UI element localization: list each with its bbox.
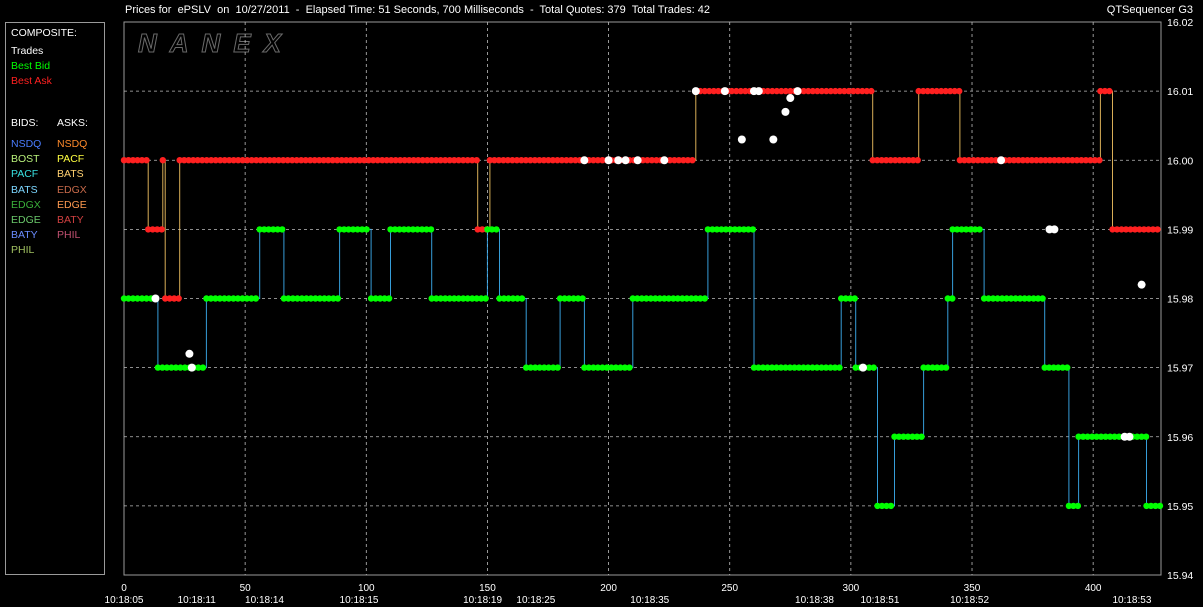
trade-marker [720, 87, 729, 96]
best-bid-marker [493, 226, 500, 233]
best-bid-marker [1039, 295, 1046, 302]
best-ask-marker [1154, 226, 1161, 233]
time-label: 10:18:35 [630, 595, 669, 606]
x-tick-label: 50 [240, 583, 252, 594]
best-bid-marker [1142, 433, 1150, 440]
best-bid-marker [949, 295, 956, 302]
best-bid-marker [1064, 364, 1071, 371]
best-bid-marker [851, 295, 858, 302]
time-label: 10:18:11 [178, 595, 217, 606]
watermark: NANEX [138, 28, 294, 58]
x-tick-label: 250 [721, 583, 738, 594]
best-ask-marker [158, 226, 165, 233]
best-bid-marker [887, 502, 895, 510]
best-ask-marker [175, 295, 182, 302]
trade-marker [858, 363, 867, 372]
best-ask-marker [689, 157, 696, 164]
best-bid-marker [1156, 502, 1164, 510]
time-label: 10:18:05 [105, 595, 144, 606]
trade-marker [621, 156, 630, 165]
best-bid-marker [252, 295, 260, 302]
y-tick-label: 15.99 [1167, 224, 1193, 236]
y-tick-label: 16.00 [1167, 155, 1193, 167]
best-bid-marker [363, 226, 370, 233]
x-tick-label: 200 [600, 583, 617, 594]
best-bid-marker [749, 226, 757, 233]
time-label: 10:18:52 [950, 595, 989, 606]
time-label: 10:18:15 [340, 595, 379, 606]
best-bid-marker [836, 364, 843, 371]
best-bid-marker [942, 364, 950, 371]
x-tick-label: 150 [479, 583, 496, 594]
trade-marker [997, 156, 1006, 165]
trade-marker [660, 156, 669, 165]
x-tick-label: 400 [1085, 583, 1102, 594]
best-bid-marker [199, 364, 207, 371]
y-tick-label: 15.98 [1167, 294, 1193, 306]
best-bid-marker [482, 295, 489, 302]
best-bid-marker [518, 295, 526, 302]
best-bid-marker [385, 295, 393, 302]
best-ask-marker [956, 87, 963, 95]
trade-marker [691, 87, 700, 96]
trade-marker [793, 87, 802, 96]
trade-marker [1050, 225, 1059, 234]
best-ask-marker [473, 157, 480, 164]
trade-marker [786, 94, 795, 103]
trade-marker [633, 156, 642, 165]
best-bid-marker [334, 295, 342, 302]
x-tick-label: 100 [358, 583, 375, 594]
trade-marker [185, 349, 194, 358]
best-bid-marker [976, 226, 983, 233]
trade-marker [754, 87, 763, 96]
time-label: 10:18:51 [860, 595, 899, 606]
y-tick-label: 16.01 [1167, 86, 1193, 98]
trade-marker [580, 156, 589, 165]
best-ask-marker [914, 157, 921, 164]
best-ask-marker [143, 157, 150, 164]
best-bid-marker [554, 364, 561, 371]
time-label: 10:18:14 [245, 595, 284, 606]
best-bid-marker [626, 364, 633, 371]
best-bid-marker [427, 226, 435, 233]
trade-marker [151, 294, 160, 303]
best-bid-marker [579, 295, 586, 302]
price-chart: NANEX 16.02 16.01 16.00 15.99 15.98 15.97 15.96… [105, 17, 1194, 606]
trade-marker [614, 156, 623, 165]
trade-marker [187, 363, 196, 372]
trade-marker [604, 156, 613, 165]
best-bid-marker [918, 433, 925, 440]
y-tick-label: 16.02 [1167, 17, 1193, 29]
x-tick-label: 300 [843, 583, 860, 594]
trade-marker [781, 107, 790, 116]
best-bid-marker [701, 295, 708, 302]
time-label: 10:18:53 [1112, 595, 1151, 606]
time-label: 10:18:25 [516, 595, 555, 606]
y-tick-label: 15.97 [1167, 363, 1193, 375]
x-tick-label: 350 [964, 583, 981, 594]
trade-marker [737, 135, 746, 144]
y-tick-label: 15.96 [1167, 432, 1193, 444]
best-ask-marker [1106, 87, 1113, 95]
time-label: 10:18:38 [795, 595, 834, 606]
best-bid-marker [1074, 502, 1082, 510]
x-tick-label: 0 [121, 583, 127, 594]
best-ask-marker [159, 157, 166, 164]
y-tick-label: 15.95 [1167, 501, 1193, 513]
best-bid-marker [870, 364, 877, 371]
y-tick-label: 15.94 [1167, 570, 1193, 582]
trade-marker [1125, 432, 1134, 441]
time-label: 10:18:19 [463, 595, 502, 606]
trade-marker [769, 135, 778, 144]
best-ask-marker [1096, 157, 1103, 164]
best-ask-marker [868, 87, 875, 95]
best-bid-marker [279, 226, 286, 233]
trade-marker [1137, 280, 1146, 289]
